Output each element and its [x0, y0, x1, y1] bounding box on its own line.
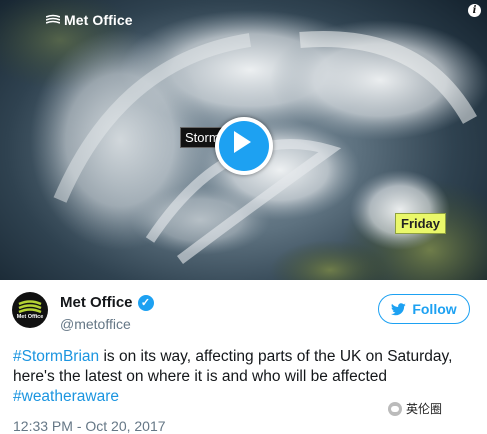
met-office-brand-text: Met Office [64, 12, 133, 28]
met-office-avatar-logo-icon [18, 300, 42, 314]
author-name-text[interactable]: Met Office [60, 294, 133, 311]
met-office-brand: Met Office [46, 12, 133, 28]
hashtag-stormbrian[interactable]: #StormBrian [13, 348, 99, 365]
watermark: 英伦圈 [388, 400, 442, 417]
info-icon[interactable]: i [468, 4, 481, 17]
avatar-label: Met Office [16, 314, 44, 320]
follow-label: Follow [412, 301, 457, 317]
wechat-logo-icon [388, 401, 402, 416]
author-handle[interactable]: @metoffice [60, 316, 131, 332]
met-office-logo-icon [46, 14, 60, 24]
play-icon [234, 131, 251, 153]
tweet-text: #StormBrian is on its way, affecting par… [13, 347, 481, 407]
watermark-text: 英伦圈 [406, 402, 443, 416]
avatar[interactable]: Met Office [12, 292, 48, 328]
verified-badge-icon: ✓ [137, 294, 154, 311]
follow-button[interactable]: Follow [378, 294, 470, 324]
author-name[interactable]: Met Office ✓ [60, 294, 154, 311]
hashtag-weatheraware[interactable]: #weatheraware [13, 388, 119, 405]
twitter-bird-icon [391, 302, 407, 315]
video-media[interactable]: Met Office i Storm Brian Friday [0, 0, 487, 280]
friday-label: Friday [395, 213, 447, 234]
play-button[interactable] [215, 117, 273, 175]
